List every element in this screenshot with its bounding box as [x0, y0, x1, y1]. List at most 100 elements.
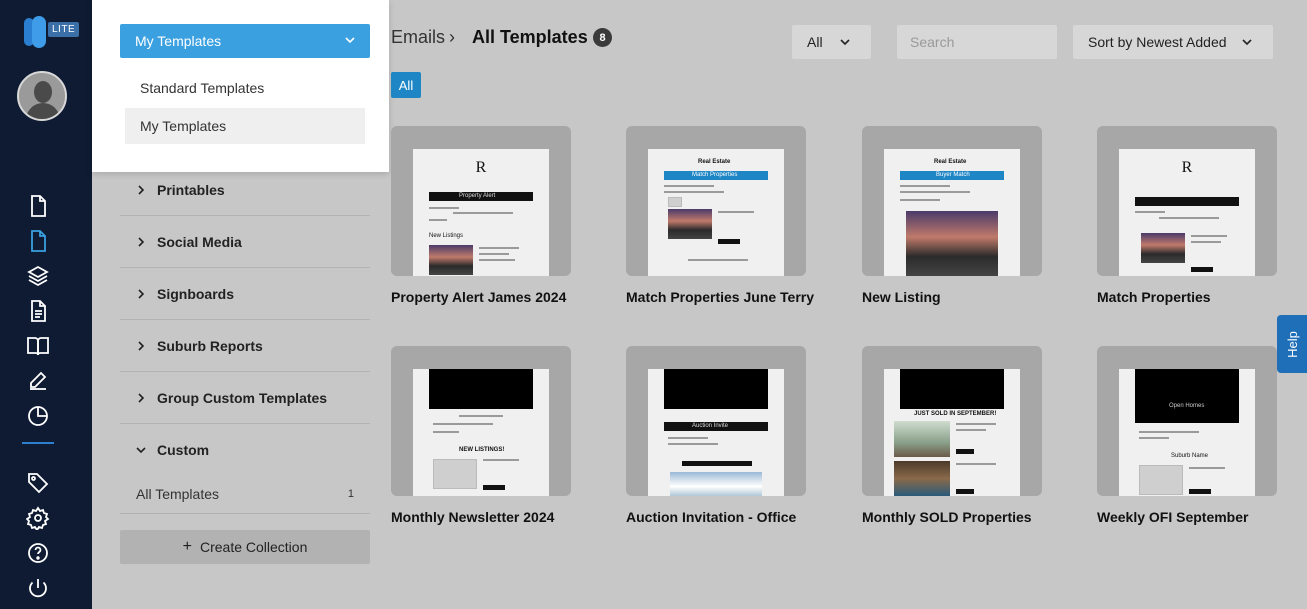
app-logo[interactable]: LITE — [22, 14, 82, 48]
template-thumbnail[interactable]: Real Estate Match Properties — [626, 126, 806, 276]
collection-suburb-reports[interactable]: Suburb Reports — [120, 320, 370, 372]
preview-header — [664, 369, 768, 409]
help-tab[interactable]: Help — [1277, 315, 1307, 373]
template-card[interactable]: JUST SOLD IN SEPTEMBER! Monthly SOLD Pro… — [862, 346, 1042, 525]
book-icon[interactable] — [24, 332, 52, 360]
collection-group-custom-templates[interactable]: Group Custom Templates — [120, 372, 370, 424]
breadcrumb-separator: › — [449, 27, 455, 47]
preview-line — [688, 259, 748, 261]
tag-icon[interactable] — [24, 469, 52, 497]
template-title[interactable]: Monthly SOLD Properties — [862, 509, 1042, 525]
select-value: My Templates — [135, 33, 222, 49]
preview-line — [900, 185, 950, 187]
preview-line — [956, 423, 996, 425]
template-count-badge: 8 — [593, 28, 612, 47]
template-thumbnail[interactable]: JUST SOLD IN SEPTEMBER! — [862, 346, 1042, 496]
preview-line — [900, 199, 940, 201]
preview-text: Auction Invite — [692, 423, 729, 429]
chevron-down-icon — [1241, 35, 1253, 51]
preview-line — [664, 191, 724, 193]
listing-photo — [668, 209, 712, 239]
breadcrumb-root[interactable]: Emails — [391, 27, 445, 48]
template-source-select[interactable]: My Templates — [120, 24, 370, 58]
help-label: Help — [1284, 330, 1300, 358]
template-card[interactable]: Auction Invite Auction Invitation - Offi… — [626, 346, 806, 525]
template-card[interactable]: Real Estate Match Properties Match Prope… — [626, 126, 814, 305]
preview-line — [483, 459, 519, 461]
user-avatar[interactable] — [17, 71, 67, 121]
template-title[interactable]: Monthly Newsletter 2024 — [391, 509, 571, 525]
preview-text: NEW LISTINGS! — [459, 447, 505, 453]
page-title: All Templates — [472, 27, 588, 47]
template-card[interactable]: NEW LISTINGS! Monthly Newsletter 2024 — [391, 346, 571, 525]
chevron-right-icon — [136, 184, 150, 195]
template-title[interactable]: Match Properties — [1097, 289, 1277, 305]
gear-icon[interactable] — [24, 504, 52, 532]
listing-photo — [894, 461, 950, 496]
template-thumbnail[interactable]: Open Homes Suburb Name — [1097, 346, 1277, 496]
template-title[interactable]: Property Alert James 2024 — [391, 289, 571, 305]
template-card[interactable]: R Match Properties — [1097, 126, 1277, 305]
layers-icon[interactable] — [24, 262, 52, 290]
sort-value: Sort by Newest Added — [1088, 34, 1227, 50]
collection-sub-all-templates[interactable]: All Templates 1 — [120, 474, 370, 514]
email-preview: R — [1119, 149, 1255, 276]
template-card[interactable]: R Property Alert New Listings Property A… — [391, 126, 571, 305]
collection-social-media[interactable]: Social Media — [120, 216, 370, 268]
help-circle-icon[interactable] — [24, 539, 52, 567]
template-source-dropdown-menu: My Templates Standard Templates My Templ… — [92, 0, 389, 172]
preview-text: Suburb Name — [1171, 453, 1209, 459]
option-my-templates[interactable]: My Templates — [125, 108, 365, 144]
tag-filter-all[interactable]: All — [391, 72, 421, 98]
preview-line — [664, 185, 714, 187]
category-filter-select[interactable]: All — [792, 25, 871, 59]
preview-text: Real Estate — [934, 159, 967, 165]
preview-text: Open Homes — [1169, 403, 1205, 409]
preview-line — [433, 431, 459, 433]
placeholder-image — [668, 197, 682, 207]
preview-text: JUST SOLD IN SEPTEMBER! — [914, 411, 997, 417]
option-standard-templates[interactable]: Standard Templates — [125, 70, 365, 106]
document-icon[interactable] — [24, 192, 52, 220]
template-title[interactable]: Match Properties June Terry — [626, 289, 814, 305]
brand-logo: R — [475, 159, 487, 176]
template-card[interactable]: Real Estate Buyer Match New Listing — [862, 126, 1042, 305]
power-icon[interactable] — [24, 574, 52, 602]
preview-line — [668, 437, 708, 439]
email-preview: Auction Invite — [648, 369, 784, 496]
preview-line — [1191, 235, 1227, 237]
collection-custom[interactable]: Custom — [120, 424, 370, 476]
create-collection-button[interactable]: + Create Collection — [120, 530, 370, 564]
collection-signboards[interactable]: Signboards — [120, 268, 370, 320]
avatar-head — [34, 81, 52, 103]
preview-band — [1135, 197, 1239, 206]
chevron-down-icon — [136, 445, 150, 455]
sort-select[interactable]: Sort by Newest Added — [1073, 25, 1273, 59]
collection-label: Suburb Reports — [157, 337, 263, 354]
preview-text: Match Properties — [692, 172, 738, 178]
template-thumbnail[interactable]: R Property Alert New Listings — [391, 126, 571, 276]
template-title[interactable]: New Listing — [862, 289, 1042, 305]
document-active-icon[interactable] — [24, 227, 52, 255]
preview-line — [956, 429, 986, 431]
preview-line — [1135, 211, 1165, 213]
plus-icon: + — [182, 538, 192, 555]
pie-chart-icon[interactable] — [24, 402, 52, 430]
template-thumbnail[interactable]: Real Estate Buyer Match — [862, 126, 1042, 276]
template-card[interactable]: Open Homes Suburb Name Weekly OFI Septem… — [1097, 346, 1277, 525]
avatar-body — [26, 103, 60, 119]
sub-item-label: All Templates — [136, 485, 220, 502]
template-title[interactable]: Weekly OFI September — [1097, 509, 1277, 525]
placeholder-image — [1139, 465, 1183, 495]
lite-badge: LITE — [48, 22, 80, 37]
file-text-icon[interactable] — [24, 297, 52, 325]
preview-text: Property Alert — [459, 193, 496, 199]
search-input[interactable] — [897, 25, 1057, 59]
create-collection-label: Create Collection — [199, 539, 308, 555]
template-thumbnail[interactable]: NEW LISTINGS! — [391, 346, 571, 496]
preview-header — [1135, 369, 1239, 423]
edit-icon[interactable] — [24, 367, 52, 395]
template-thumbnail[interactable]: Auction Invite — [626, 346, 806, 496]
template-thumbnail[interactable]: R — [1097, 126, 1277, 276]
template-title[interactable]: Auction Invitation - Office — [626, 509, 806, 525]
